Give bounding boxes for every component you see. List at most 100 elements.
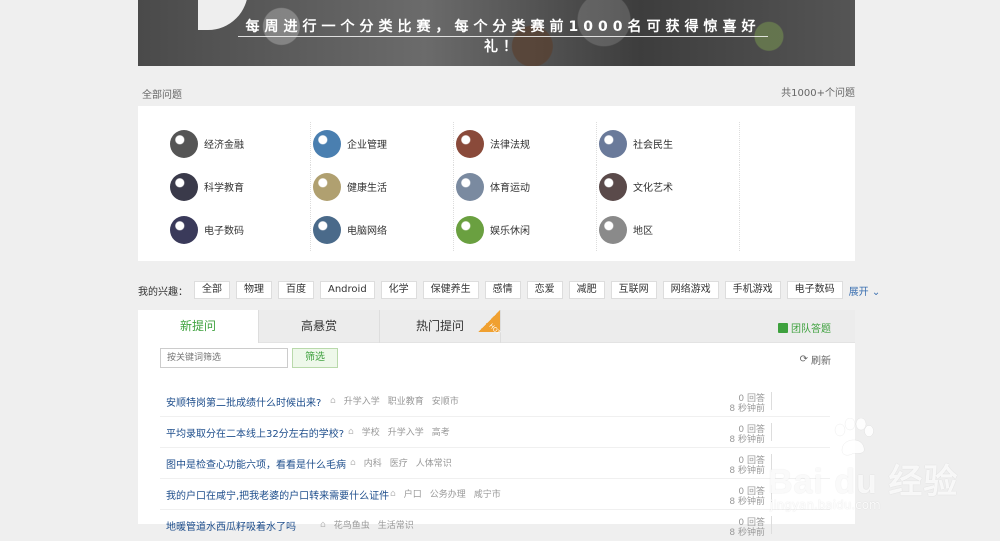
category-item[interactable]: 电脑网络	[311, 208, 454, 251]
question-count: 共1000+个问题	[781, 88, 855, 99]
filter-row: 筛选 ⟳ 刷新	[138, 343, 855, 375]
category-item[interactable]: 地区	[597, 208, 740, 251]
tag-icon: ⌂	[390, 488, 396, 499]
interest-tag[interactable]: 网络游戏	[662, 281, 719, 299]
tab-high-reward[interactable]: 高悬赏	[259, 310, 380, 343]
interest-tag[interactable]: 减肥	[568, 281, 605, 299]
interest-tag[interactable]: 物理	[236, 281, 272, 299]
category-item[interactable]: 健康生活	[311, 165, 454, 208]
finance-icon	[170, 129, 198, 158]
contest-banner[interactable]: 每周进行一个分类比赛，每个分类赛前1000名可获得惊喜好礼！	[138, 0, 855, 66]
category-item[interactable]: 文化艺术	[597, 165, 740, 208]
sports-icon	[456, 172, 484, 201]
question-tag[interactable]: 人体常识	[416, 456, 452, 469]
question-tag[interactable]: 安顺市	[432, 394, 459, 407]
category-item[interactable]: 电子数码	[168, 208, 311, 251]
category-item[interactable]: 企业管理	[311, 122, 454, 165]
interest-tag-list: 全部 物理 百度 Android 化学 保健养生 感情 恋爱 减肥 互联网 网络游戏 手机游戏 电子数码	[194, 281, 849, 299]
network-icon	[313, 215, 341, 244]
question-time: 8 秒钟前	[729, 497, 765, 507]
row-divider	[771, 423, 772, 441]
tag-icon: ⌂	[320, 519, 326, 530]
question-row: 地暖管道水西瓜籽吸着水了吗 ⌂ 花鸟鱼虫 生活常识 0 回答 8 秒钟前	[160, 510, 830, 541]
category-label: 娱乐休闲	[490, 226, 530, 237]
keyword-filter-input[interactable]	[160, 348, 288, 368]
question-tag[interactable]: 职业教育	[388, 394, 424, 407]
question-title-link[interactable]: 平均录取分在二本线上32分左右的学校?	[166, 425, 344, 440]
question-tag[interactable]: 高考	[432, 425, 450, 438]
interest-tag[interactable]: 百度	[278, 281, 314, 299]
question-tag[interactable]: 花鸟鱼虫	[334, 518, 370, 531]
question-title-link[interactable]: 地暖管道水西瓜籽吸着水了吗	[166, 518, 296, 533]
category-item[interactable]: 科学教育	[168, 165, 311, 208]
interest-tag[interactable]: 全部	[194, 281, 230, 299]
category-label: 电脑网络	[347, 226, 387, 237]
interest-tag[interactable]: 互联网	[610, 281, 657, 299]
interest-tag[interactable]: 恋爱	[526, 281, 563, 299]
tab-hot-questions[interactable]: 热门提问 HOT	[380, 310, 502, 343]
law-icon	[456, 129, 484, 158]
question-time: 8 秒钟前	[729, 528, 765, 538]
interest-tag[interactable]: Android	[320, 281, 375, 299]
interest-tag[interactable]: 化学	[380, 281, 417, 299]
category-item[interactable]: 娱乐休闲	[454, 208, 597, 251]
gift-icon	[778, 322, 788, 333]
category-label: 电子数码	[204, 226, 244, 237]
question-tag[interactable]: 户口	[404, 487, 422, 500]
filter-button[interactable]: 筛选	[292, 348, 338, 368]
interest-tag[interactable]: 感情	[484, 281, 521, 299]
category-label: 社会民生	[633, 140, 673, 151]
interest-title: 我的兴趣：	[138, 286, 188, 298]
question-tag[interactable]: 生活常识	[378, 518, 414, 531]
question-tag[interactable]: 升学入学	[388, 425, 424, 438]
row-divider	[771, 516, 772, 534]
interest-tag[interactable]: 电子数码	[786, 281, 843, 299]
category-item[interactable]: 体育运动	[454, 165, 597, 208]
science-icon	[170, 172, 198, 201]
team-answer-link[interactable]: 团队答题	[778, 320, 831, 335]
question-tag[interactable]: 医疗	[390, 456, 408, 469]
question-tag[interactable]: 升学入学	[344, 394, 380, 407]
question-time: 8 秒钟前	[729, 435, 765, 445]
question-title-link[interactable]: 图中是检查心功能六项，看看是什么毛病	[166, 456, 346, 471]
category-label: 文化艺术	[633, 183, 673, 194]
row-divider	[771, 485, 772, 503]
question-tags: ⌂ 内科 医疗 人体常识	[350, 456, 452, 470]
interest-bar: 我的兴趣： 全部 物理 百度 Android 化学 保健养生 感情 恋爱 减肥 互联网 网络游戏 手机…	[138, 281, 880, 299]
category-item[interactable]: 经济金融	[168, 122, 311, 165]
question-title-link[interactable]: 安顺特岗第二批成绩什么时候出来?	[166, 394, 321, 409]
tab-new-questions[interactable]: 新提问	[138, 310, 259, 343]
category-item[interactable]: 法律法规	[454, 122, 597, 165]
question-tag[interactable]: 咸宁市	[474, 487, 501, 500]
question-title-link[interactable]: 我的户口在咸宁,把我老婆的户口转来需要什么证件	[166, 487, 389, 502]
question-row: 安顺特岗第二批成绩什么时候出来? ⌂ 升学入学 职业教育 安顺市 0 回答 8 秒钟前	[160, 386, 830, 417]
category-label: 体育运动	[490, 183, 530, 194]
question-tags: ⌂ 学校 升学入学 高考	[348, 425, 450, 439]
question-tag[interactable]: 学校	[362, 425, 380, 438]
tag-icon: ⌂	[348, 426, 354, 437]
refresh-button[interactable]: ⟳ 刷新	[800, 352, 831, 367]
question-row: 我的户口在咸宁,把我老婆的户口转来需要什么证件 ⌂ 户口 公务办理 咸宁市 0 回答 8 秒…	[160, 479, 830, 510]
category-label: 地区	[633, 226, 653, 237]
row-divider	[771, 454, 772, 472]
section-label: 全部问题	[142, 90, 182, 101]
refresh-icon: ⟳	[799, 354, 808, 365]
tag-icon: ⌂	[330, 395, 336, 406]
category-label: 法律法规	[490, 140, 530, 151]
category-grid: 经济金融 企业管理 法律法规 社会民生科学教育 健康生活 体育运动 文化艺术电子数码 电脑网络…	[168, 122, 743, 251]
expand-link[interactable]: 展开 ⌄	[849, 283, 881, 298]
question-row: 平均录取分在二本线上32分左右的学校? ⌂ 学校 升学入学 高考 0 回答 8 秒钟前	[160, 417, 830, 448]
question-tabs: 新提问 高悬赏 热门提问 HOT 团队答题	[138, 310, 855, 343]
category-panel: 经济金融 企业管理 法律法规 社会民生科学教育 健康生活 体育运动 文化艺术电子数码 电脑网络…	[138, 106, 855, 261]
entertainment-icon	[456, 215, 484, 244]
question-tag[interactable]: 内科	[364, 456, 382, 469]
hot-badge: HOT	[478, 310, 502, 337]
electronics-icon	[170, 215, 198, 244]
interest-tag[interactable]: 手机游戏	[724, 281, 781, 299]
question-tags: ⌂ 户口 公务办理 咸宁市	[390, 487, 501, 501]
category-item[interactable]: 社会民生	[597, 122, 740, 165]
tag-icon: ⌂	[350, 457, 356, 468]
interest-tag[interactable]: 保健养生	[422, 281, 479, 299]
category-label: 科学教育	[204, 183, 244, 194]
question-tag[interactable]: 公务办理	[430, 487, 466, 500]
